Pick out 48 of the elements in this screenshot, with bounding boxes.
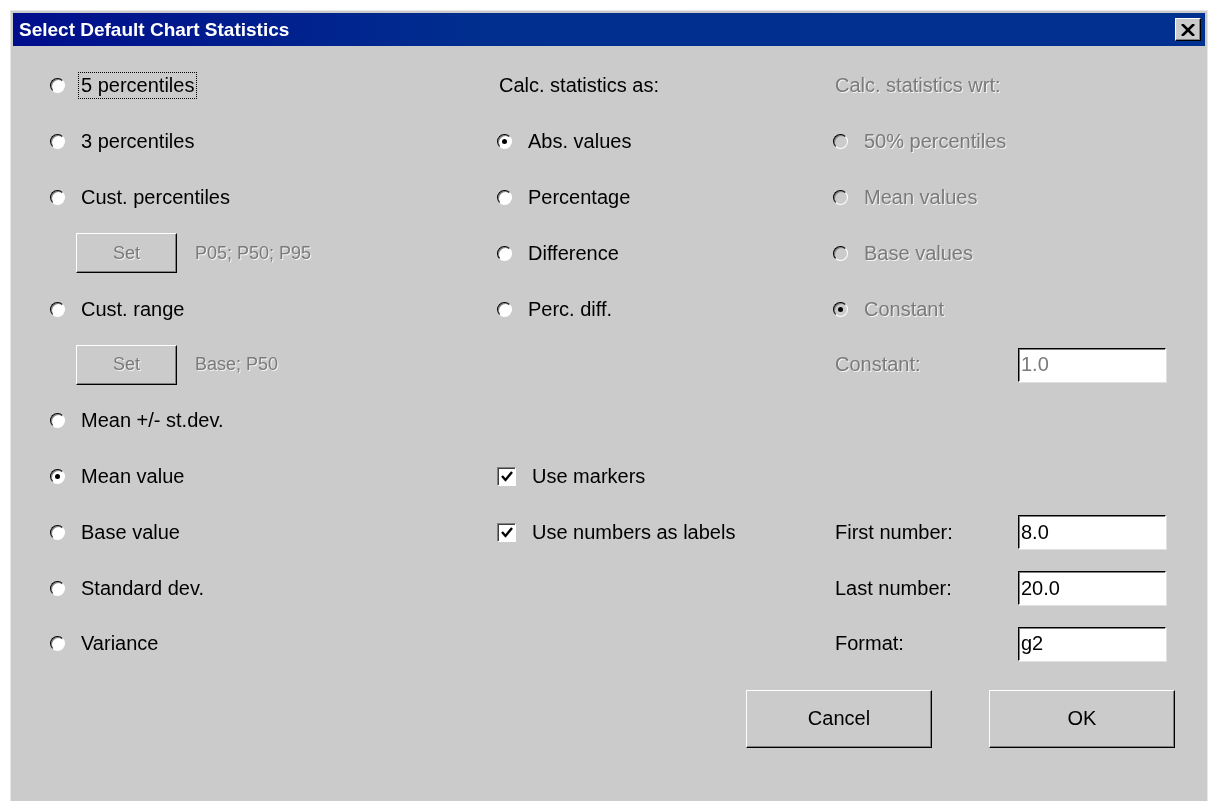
radio-label: Base values (863, 240, 974, 266)
summary-text: P05; P50; P95 (195, 242, 312, 264)
input-field[interactable]: g2 (1018, 626, 1166, 661)
radio-label: Standard dev. (80, 575, 206, 601)
field-label: Last number: (834, 575, 953, 601)
radio-label: Perc. diff. (527, 296, 614, 322)
radio-label: 3 percentiles (80, 129, 196, 155)
field-label: Format: (834, 631, 905, 657)
radio-label: Mean values (863, 185, 979, 210)
radio-label: Cust. range (80, 296, 186, 322)
input-field[interactable]: 20.0 (1018, 571, 1166, 606)
field-label: First number: (834, 519, 954, 545)
radio-label: Mean +/- st.dev. (80, 408, 225, 434)
radio-label: Cust. percentiles (80, 185, 231, 210)
input-field[interactable]: 8.0 (1018, 515, 1166, 550)
checkbox[interactable] (497, 466, 516, 486)
radio-label: Mean value (80, 463, 186, 489)
radio-button[interactable] (50, 190, 65, 205)
radio-button[interactable] (50, 580, 65, 596)
radio-button[interactable] (50, 636, 65, 652)
close-icon (1181, 23, 1195, 36)
checkbox[interactable] (497, 522, 516, 542)
radio-button[interactable] (497, 301, 512, 317)
field-label: Constant: (834, 352, 922, 378)
radio-button[interactable] (50, 78, 65, 94)
radio-label: Difference (527, 240, 620, 266)
window-title: Select Default Chart Statistics (19, 18, 290, 41)
radio-button[interactable] (497, 245, 512, 261)
close-button[interactable] (1175, 18, 1201, 41)
radio-label: Percentage (527, 185, 632, 210)
radio-label: 50% percentiles (863, 129, 1008, 155)
radio-button[interactable] (497, 190, 512, 205)
radio-label: Base value (80, 519, 181, 545)
group-heading: Calc. statistics as: (498, 73, 661, 99)
radio-label: 5 percentiles (79, 73, 197, 99)
radio-label: Constant (863, 296, 946, 322)
group-heading: Calc. statistics wrt: (834, 73, 1002, 99)
radio-button[interactable] (497, 134, 512, 150)
dialog-button[interactable]: Cancel (746, 689, 932, 748)
radio-button[interactable] (50, 524, 65, 540)
radio-label: Variance (80, 631, 160, 657)
checkbox-label: Use markers (531, 463, 647, 489)
dialog-button[interactable]: OK (989, 689, 1175, 748)
radio-label: Abs. values (527, 129, 633, 155)
radio-button[interactable] (50, 134, 65, 150)
checkbox-label: Use numbers as labels (531, 519, 737, 545)
radio-button[interactable] (50, 413, 65, 429)
summary-text: Base; P50 (195, 354, 279, 376)
